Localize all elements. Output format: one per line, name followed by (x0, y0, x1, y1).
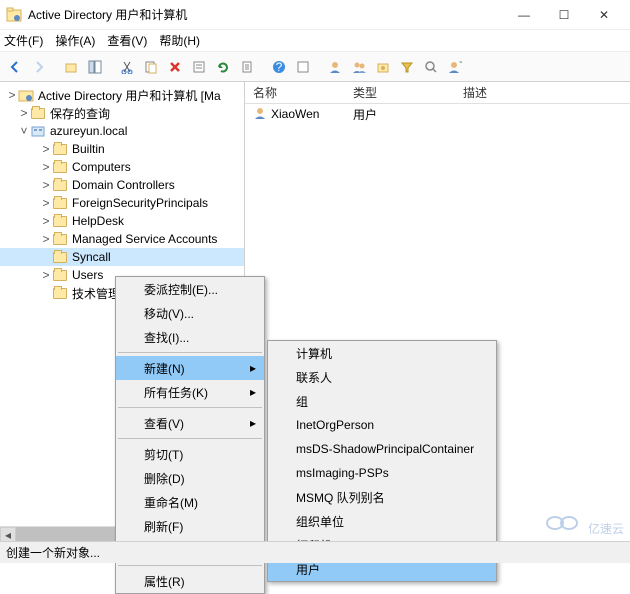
menu-action[interactable]: 操作(A) (55, 32, 95, 49)
filter-button[interactable] (396, 56, 418, 78)
new-computer[interactable]: 计算机 (268, 341, 496, 365)
ctx-find[interactable]: 查找(I)... (116, 325, 264, 349)
new-ou[interactable]: 组织单位 (268, 509, 496, 533)
new-group[interactable]: 组 (268, 389, 496, 413)
ctx-refresh[interactable]: 刷新(F) (116, 514, 264, 538)
status-text: 创建一个新对象... (6, 544, 100, 561)
tree-msa[interactable]: ˃Managed Service Accounts (0, 230, 244, 248)
user-icon-button[interactable] (324, 56, 346, 78)
new-contact[interactable]: 联系人 (268, 365, 496, 389)
list-row[interactable]: XiaoWen 用户 (245, 104, 630, 124)
delete-button[interactable] (164, 56, 186, 78)
window-title: Active Directory 用户和计算机 (28, 6, 504, 23)
find-button[interactable] (292, 56, 314, 78)
tree-builtin[interactable]: ˃Builtin (0, 140, 244, 158)
submenu-arrow-icon: ▸ (250, 361, 256, 375)
up-button[interactable] (60, 56, 82, 78)
cut-button[interactable] (116, 56, 138, 78)
app-icon (6, 7, 22, 23)
tree-computers[interactable]: ˃Computers (0, 158, 244, 176)
ctx-move[interactable]: 移动(V)... (116, 301, 264, 325)
ctx-delete[interactable]: 删除(D) (116, 466, 264, 490)
back-button[interactable] (4, 56, 26, 78)
copy-button[interactable] (140, 56, 162, 78)
show-button[interactable] (84, 56, 106, 78)
group-icon-button[interactable] (348, 56, 370, 78)
new-msimaging[interactable]: msImaging-PSPs (268, 461, 496, 485)
ctx-view[interactable]: 查看(V)▸ (116, 411, 264, 435)
export-button[interactable] (236, 56, 258, 78)
tree-helpdesk[interactable]: ˃HelpDesk (0, 212, 244, 230)
properties-button[interactable] (188, 56, 210, 78)
close-button[interactable]: ✕ (584, 0, 624, 30)
minimize-button[interactable]: — (504, 0, 544, 30)
help-button[interactable]: ? (268, 56, 290, 78)
tree-syncall[interactable]: Syncall (0, 248, 244, 266)
add-user-button[interactable]: + (444, 56, 466, 78)
svg-text:+: + (459, 60, 462, 69)
tree-domain-controllers[interactable]: ˃Domain Controllers (0, 176, 244, 194)
ctx-rename[interactable]: 重命名(M) (116, 490, 264, 514)
submenu-arrow-icon: ▸ (250, 385, 256, 399)
col-type[interactable]: 类型 (345, 84, 455, 101)
svg-text:?: ? (276, 60, 283, 74)
statusbar: 创建一个新对象... (0, 541, 630, 563)
menubar: 文件(F) 操作(A) 查看(V) 帮助(H) (0, 30, 630, 52)
user-icon (253, 106, 267, 123)
tree-fsp[interactable]: ˃ForeignSecurityPrincipals (0, 194, 244, 212)
ctx-delegate[interactable]: 委派控制(E)... (116, 277, 264, 301)
menu-view[interactable]: 查看(V) (107, 32, 147, 49)
tree-root[interactable]: ˃ Active Directory 用户和计算机 [Ma (0, 86, 244, 104)
search-button[interactable] (420, 56, 442, 78)
menu-file[interactable]: 文件(F) (4, 32, 43, 49)
tree-domain[interactable]: ˅ azureyun.local (0, 122, 244, 140)
refresh-button[interactable] (212, 56, 234, 78)
watermark: 亿速云 (545, 513, 624, 537)
toolbar: ? + (0, 52, 630, 82)
titlebar: Active Directory 用户和计算机 — ☐ ✕ (0, 0, 630, 30)
submenu-arrow-icon: ▸ (250, 416, 256, 430)
col-name[interactable]: 名称 (245, 84, 345, 101)
menu-help[interactable]: 帮助(H) (159, 32, 200, 49)
list-header: 名称 类型 描述 (245, 82, 630, 104)
new-inetorgperson[interactable]: InetOrgPerson (268, 413, 496, 437)
tree-saved-queries[interactable]: ˃ 保存的查询 (0, 104, 244, 122)
new-msmq[interactable]: MSMQ 队列别名 (268, 485, 496, 509)
new-msds-shadow[interactable]: msDS-ShadowPrincipalContainer (268, 437, 496, 461)
ou-icon-button[interactable] (372, 56, 394, 78)
ctx-cut[interactable]: 剪切(T) (116, 442, 264, 466)
ctx-new[interactable]: 新建(N)▸ (116, 356, 264, 380)
col-desc[interactable]: 描述 (455, 84, 495, 101)
ctx-properties[interactable]: 属性(R) (116, 569, 264, 593)
maximize-button[interactable]: ☐ (544, 0, 584, 30)
forward-button[interactable] (28, 56, 50, 78)
ctx-all-tasks[interactable]: 所有任务(K)▸ (116, 380, 264, 404)
